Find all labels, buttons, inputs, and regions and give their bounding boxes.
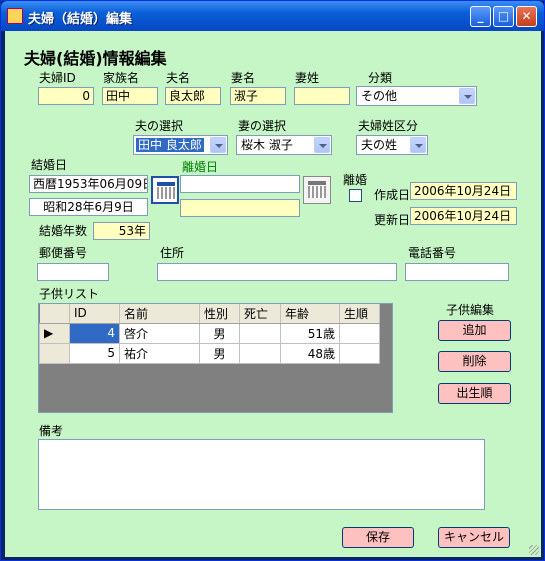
children-edit-label: 子供編集 (446, 303, 495, 317)
cell-order[interactable] (339, 322, 380, 344)
column-header-age[interactable]: 年齢 (280, 304, 340, 324)
memo-label: 備考 (39, 424, 64, 438)
address-field[interactable] (157, 263, 397, 281)
wife-name-label: 妻名 (231, 71, 256, 85)
column-header-id[interactable]: ID (69, 304, 120, 324)
cell-dead[interactable] (239, 322, 281, 344)
column-header-order[interactable]: 生順 (339, 304, 380, 324)
postal-code-field[interactable] (37, 263, 109, 281)
chevron-down-icon[interactable] (210, 137, 226, 153)
chevron-down-icon[interactable] (314, 137, 330, 153)
updated-date-field: 2006年10月24日 (410, 207, 517, 225)
divorce-label: 離婚 (343, 173, 368, 187)
cell-name[interactable]: 啓介 (119, 322, 200, 344)
family-name-field[interactable]: 田中 (102, 87, 158, 105)
save-button[interactable]: 保存 (342, 527, 414, 548)
form-heading: 夫婦(結婚)情報編集 (24, 49, 167, 68)
wife-select-label: 妻の選択 (238, 119, 287, 133)
cell-id[interactable]: 5 (69, 342, 120, 364)
delete-child-button[interactable]: 削除 (438, 351, 511, 372)
add-child-button[interactable]: 追加 (438, 320, 511, 341)
cell-order[interactable] (339, 342, 380, 364)
divorce-date-label: 離婚日 (182, 160, 219, 174)
husband-name-label: 夫名 (166, 71, 191, 85)
cell-name[interactable]: 祐介 (119, 342, 200, 364)
row-header[interactable] (39, 342, 70, 364)
maximize-button[interactable]: □ (493, 6, 514, 27)
main-window: 夫婦（結婚）編集 _ □ ✕ 夫婦(結婚)情報編集 夫婦ID 家族名 夫名 妻名… (0, 0, 545, 561)
surname-type-label: 夫婦姓区分 (358, 119, 419, 133)
children-table: ID 名前 性別 死亡 年齢 生順 ▶ 4 啓介 男 51歳 5 祐介 男 48… (39, 304, 380, 364)
couple-id-label: 夫婦ID (39, 71, 76, 85)
resize-grip-icon[interactable] (529, 545, 539, 555)
current-row-indicator[interactable]: ▶ (39, 322, 70, 344)
divorce-date-field[interactable] (180, 175, 300, 193)
husband-select[interactable]: 田中 良太郎 (133, 135, 228, 155)
cancel-button[interactable]: キャンセル (438, 527, 510, 548)
created-label: 作成日 (374, 188, 411, 202)
app-icon (7, 8, 23, 24)
wife-select[interactable]: 桜木 淑子 (236, 135, 332, 155)
category-select[interactable]: その他 (356, 86, 477, 106)
calendar-icon[interactable] (303, 176, 331, 204)
children-grid[interactable]: ID 名前 性別 死亡 年齢 生順 ▶ 4 啓介 男 51歳 5 祐介 男 48… (38, 303, 393, 413)
column-header-gender[interactable]: 性別 (199, 304, 240, 324)
category-label: 分類 (368, 71, 393, 85)
children-table-header: ID 名前 性別 死亡 年齢 生順 (39, 304, 380, 324)
form-client-area: 夫婦(結婚)情報編集 夫婦ID 家族名 夫名 妻名 妻姓 分類 0 田中 良太郎… (5, 31, 541, 557)
divorce-date-jp-field[interactable] (180, 199, 300, 217)
cell-age[interactable]: 48歳 (280, 342, 340, 364)
husband-name-field[interactable]: 良太郎 (165, 87, 221, 105)
wife-surname-label: 妻姓 (295, 71, 320, 85)
cell-dead[interactable] (239, 342, 281, 364)
cell-age[interactable]: 51歳 (280, 322, 340, 344)
window-title: 夫婦（結婚）編集 (28, 12, 133, 27)
column-header-name[interactable]: 名前 (119, 304, 200, 324)
close-button[interactable]: ✕ (516, 6, 537, 27)
surname-type-value: 夫の姓 (361, 138, 398, 152)
wife-surname-field[interactable] (294, 87, 350, 105)
title-bar[interactable]: 夫婦（結婚）編集 _ □ ✕ (1, 1, 544, 31)
calendar-icon[interactable] (151, 176, 179, 204)
husband-select-value: 田中 良太郎 (136, 138, 204, 152)
phone-field[interactable] (405, 263, 509, 281)
category-select-value: その他 (361, 89, 398, 103)
row-header-corner (39, 304, 70, 324)
marriage-date-jp-field[interactable]: 昭和28年6月9日 (29, 198, 148, 216)
chevron-down-icon[interactable] (410, 137, 426, 153)
husband-select-label: 夫の選択 (135, 119, 184, 133)
couple-id-field[interactable]: 0 (38, 87, 94, 105)
marriage-date-field[interactable]: 西暦1953年06月09日 (29, 175, 148, 193)
memo-textarea[interactable] (38, 439, 485, 510)
birth-order-button[interactable]: 出生順 (438, 383, 511, 404)
cell-id[interactable]: 4 (69, 322, 120, 344)
phone-label: 電話番号 (408, 246, 457, 260)
cell-gender[interactable]: 男 (199, 322, 240, 344)
minimize-button[interactable]: _ (470, 6, 491, 27)
marriage-date-label: 結婚日 (31, 158, 68, 172)
table-row[interactable]: ▶ 4 啓介 男 51歳 (39, 322, 380, 344)
wife-name-field[interactable]: 淑子 (230, 87, 286, 105)
children-list-label: 子供リスト (39, 287, 100, 301)
family-name-label: 家族名 (103, 71, 140, 85)
chevron-down-icon[interactable] (459, 88, 475, 104)
years-married-label: 結婚年数 (39, 224, 88, 238)
column-header-dead[interactable]: 死亡 (239, 304, 281, 324)
cell-gender[interactable]: 男 (199, 342, 240, 364)
years-married-field: 53年 (93, 222, 150, 240)
postal-code-label: 郵便番号 (39, 246, 88, 260)
updated-label: 更新日 (374, 213, 411, 227)
divorce-checkbox[interactable] (349, 189, 362, 202)
table-row[interactable]: 5 祐介 男 48歳 (39, 342, 380, 364)
surname-type-select[interactable]: 夫の姓 (356, 135, 428, 155)
address-label: 住所 (160, 246, 185, 260)
wife-select-value: 桜木 淑子 (241, 138, 293, 152)
created-date-field: 2006年10月24日 (410, 182, 517, 200)
